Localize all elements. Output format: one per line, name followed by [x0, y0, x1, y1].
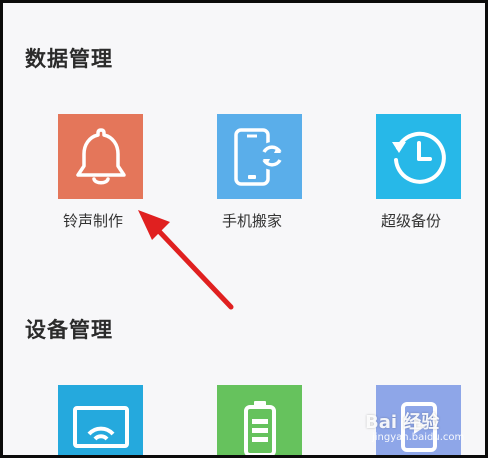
watermark-url: jingyan.baidu.com: [372, 432, 465, 443]
bell-icon: [73, 126, 129, 188]
super-backup-button[interactable]: [376, 114, 461, 199]
screen-cast-icon: [69, 400, 133, 456]
phone-transfer-icon: [230, 126, 290, 188]
app-panel: 数据管理 铃声制作 手机搬家 超级备份 设备管理: [3, 3, 485, 455]
backup-clock-icon: [388, 126, 450, 188]
ringtone-maker-button[interactable]: [58, 114, 143, 199]
phone-transfer-button[interactable]: [217, 114, 302, 199]
screen-cast-button[interactable]: [58, 385, 143, 455]
watermark-logo: Bai 经验: [365, 412, 440, 433]
ringtone-maker-label[interactable]: 铃声制作: [63, 210, 123, 231]
phone-transfer-label[interactable]: 手机搬家: [222, 210, 282, 231]
battery-icon: [240, 397, 280, 455]
battery-button[interactable]: [217, 385, 302, 455]
section-title-device-management: 设备管理: [25, 318, 113, 342]
super-backup-label[interactable]: 超级备份: [381, 210, 441, 231]
section-title-data-management: 数据管理: [25, 47, 113, 71]
